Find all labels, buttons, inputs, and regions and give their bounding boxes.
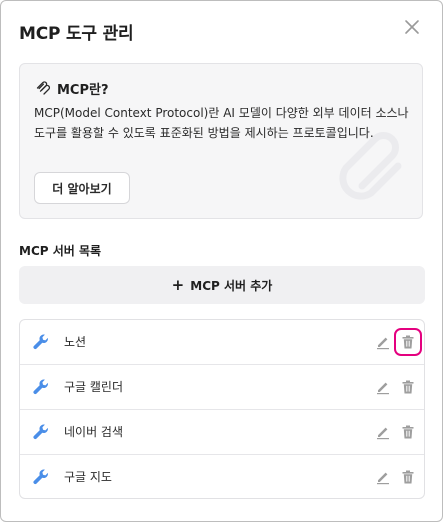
close-icon[interactable]: [403, 18, 421, 36]
info-heading-row: MCP란?: [36, 79, 109, 98]
wrench-icon: [32, 378, 50, 396]
server-row-naver-search[interactable]: 네이버 검색: [20, 410, 424, 455]
trash-icon[interactable]: [400, 469, 416, 485]
learn-more-button[interactable]: 더 알아보기: [34, 172, 130, 204]
server-row-google-calendar[interactable]: 구글 캘린더: [20, 365, 424, 410]
server-name: 구글 캘린더: [64, 380, 124, 394]
pencil-icon[interactable]: [375, 424, 391, 440]
server-list-title: MCP 서버 목록: [19, 244, 102, 258]
server-name: 네이버 검색: [64, 425, 124, 439]
mcp-info-card: MCP란? MCP(Model Context Protocol)란 AI 모델…: [19, 63, 423, 219]
server-name: 노션: [64, 335, 87, 349]
trash-icon[interactable]: [400, 379, 416, 395]
server-row-google-maps[interactable]: 구글 지도: [20, 455, 424, 498]
mcp-tools-dialog: MCP 도구 관리 MCP란? MCP(Model Context Protoc…: [0, 0, 443, 522]
wrench-icon: [32, 468, 50, 486]
trash-icon[interactable]: [394, 328, 422, 356]
pencil-icon[interactable]: [375, 379, 391, 395]
info-heading: MCP란?: [57, 83, 109, 98]
wrench-icon: [32, 333, 50, 351]
server-row-notion[interactable]: 노션: [20, 320, 424, 365]
pencil-icon[interactable]: [375, 334, 391, 350]
info-description: MCP(Model Context Protocol)란 AI 모델이 다양한 …: [34, 106, 409, 140]
trash-icon[interactable]: [400, 424, 416, 440]
server-list: 노션 구글 캘린더 네이버 검색 구글 지도: [19, 319, 425, 499]
mcp-logo-icon: [36, 81, 51, 96]
wrench-icon: [32, 423, 50, 441]
server-name: 구글 지도: [64, 470, 112, 484]
plus-icon: +: [171, 275, 185, 294]
dialog-title: MCP 도구 관리: [19, 24, 134, 44]
pencil-icon[interactable]: [375, 469, 391, 485]
add-server-button[interactable]: + MCP 서버 추가: [19, 266, 425, 304]
add-server-label: MCP 서버 추가: [190, 278, 273, 293]
